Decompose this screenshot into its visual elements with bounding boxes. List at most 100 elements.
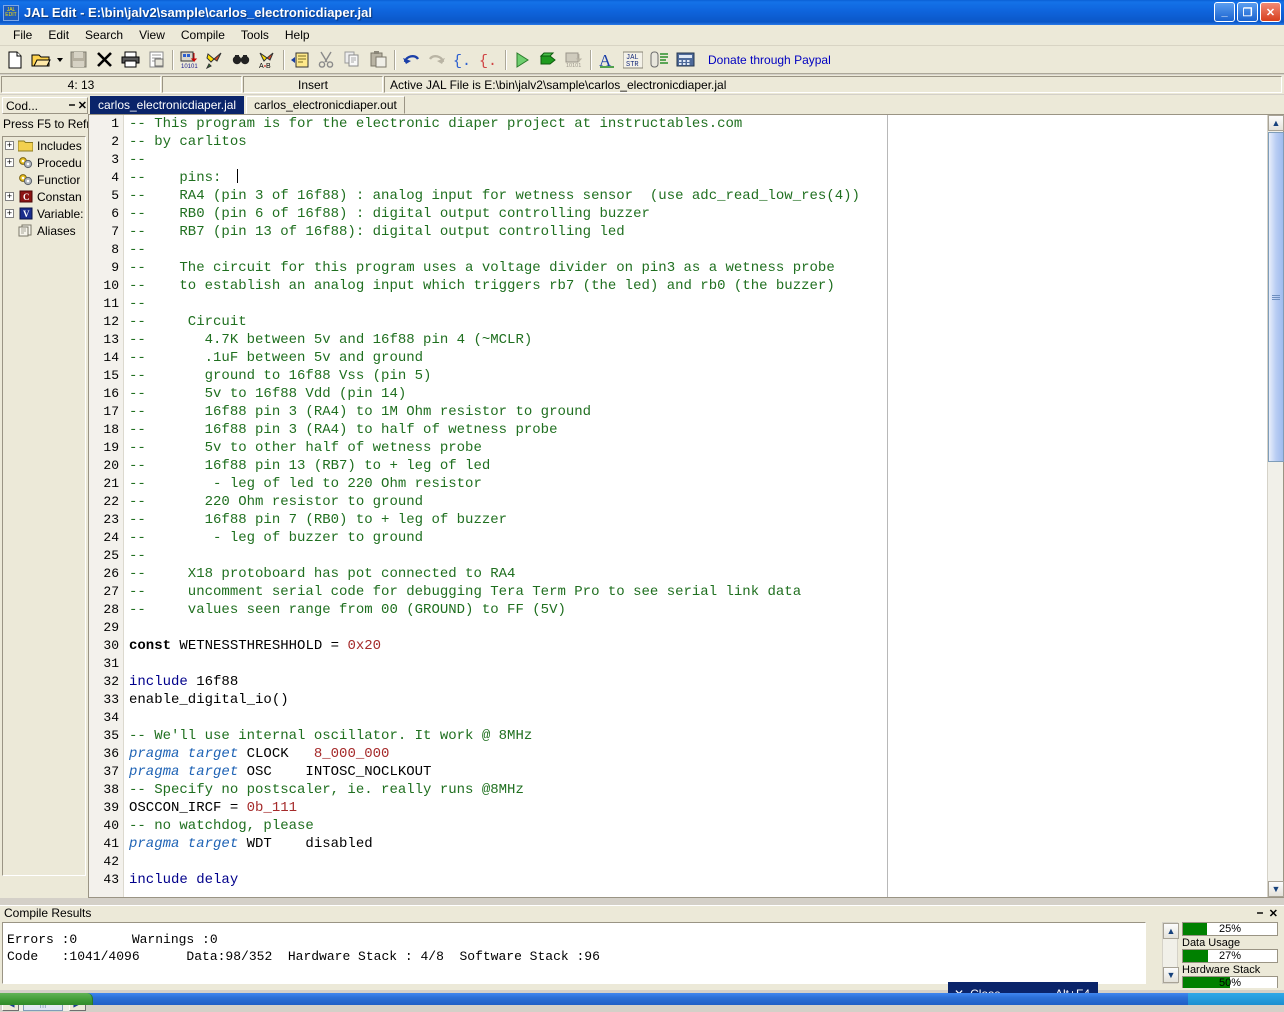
vscroll-thumb[interactable] xyxy=(1268,132,1284,462)
menu-file[interactable]: File xyxy=(5,26,40,44)
code-line[interactable] xyxy=(125,709,1266,727)
compile-results-scrollbar[interactable]: ▲ ▼ xyxy=(1162,922,1179,984)
expander-icon[interactable]: + xyxy=(5,158,14,167)
code-line[interactable]: OSCCON_IRCF = 0b_111 xyxy=(125,799,1266,817)
code-line[interactable]: -- by carlitos xyxy=(125,133,1266,151)
code-line[interactable]: -- xyxy=(125,151,1266,169)
run-icon[interactable] xyxy=(510,48,534,71)
code-line[interactable] xyxy=(125,655,1266,673)
code-line[interactable]: -- uncomment serial code for debugging T… xyxy=(125,583,1266,601)
code-line[interactable]: -- ground to 16f88 Vss (pin 5) xyxy=(125,367,1266,385)
uncomment-block-icon[interactable]: {..} xyxy=(477,48,501,71)
code-line[interactable]: -- no watchdog, please xyxy=(125,817,1266,835)
expander-icon[interactable]: + xyxy=(5,209,14,218)
code-line[interactable]: -- pins: xyxy=(125,169,1266,187)
replace-icon[interactable]: AB xyxy=(255,48,279,71)
code-line[interactable] xyxy=(125,619,1266,637)
tree-node-constants[interactable]: + C Constan xyxy=(3,188,85,205)
close-file-icon[interactable] xyxy=(92,48,116,71)
code-line[interactable]: -- - leg of led to 220 Ohm resistor xyxy=(125,475,1266,493)
tree-node-variables[interactable]: + V Variable: xyxy=(3,205,85,222)
print-icon[interactable] xyxy=(118,48,142,71)
terminal-icon[interactable] xyxy=(647,48,671,71)
start-button[interactable] xyxy=(0,993,93,1005)
code-line[interactable]: pragma target CLOCK 8_000_000 xyxy=(125,745,1266,763)
scroll-up-icon[interactable]: ▲ xyxy=(1163,923,1179,939)
code-line[interactable]: -- xyxy=(125,241,1266,259)
close-icon[interactable]: ✕ xyxy=(1269,907,1278,920)
scroll-down-icon[interactable]: ▼ xyxy=(1268,881,1284,897)
tree-node-procedures[interactable]: + Procedu xyxy=(3,154,85,171)
compile-results-output[interactable]: Errors :0 Warnings :0 Code :1041/4096 Da… xyxy=(2,922,1146,984)
menu-compile[interactable]: Compile xyxy=(173,26,233,44)
new-file-icon[interactable] xyxy=(3,48,27,71)
tree-node-includes[interactable]: + Includes xyxy=(3,137,85,154)
code-line[interactable]: -- This program is for the electronic di… xyxy=(125,115,1266,133)
redo-icon[interactable] xyxy=(425,48,449,71)
code-explorer-dock-tab[interactable]: Cod... ⎯ ✕ xyxy=(2,97,88,114)
code-line[interactable]: pragma target OSC INTOSC_NOCLKOUT xyxy=(125,763,1266,781)
scroll-up-icon[interactable]: ▲ xyxy=(1268,115,1284,131)
code-line[interactable]: -- We'll use internal oscillator. It wor… xyxy=(125,727,1266,745)
code-line[interactable]: -- RB0 (pin 6 of 16f88) : digital output… xyxy=(125,205,1266,223)
code-line[interactable]: -- 16f88 pin 3 (RA4) to half of wetness … xyxy=(125,421,1266,439)
save-icon[interactable] xyxy=(66,48,90,71)
code-line[interactable]: enable_digital_io() xyxy=(125,691,1266,709)
pin-icon[interactable]: ⎯ xyxy=(69,99,75,112)
ascii-table-icon[interactable]: A xyxy=(595,48,619,71)
jalstr-icon[interactable]: JAL STR xyxy=(621,48,645,71)
code-line[interactable]: -- - leg of buzzer to ground xyxy=(125,529,1266,547)
menu-tools[interactable]: Tools xyxy=(233,26,277,44)
menu-view[interactable]: View xyxy=(131,26,173,44)
donate-paypal-link[interactable]: Donate through Paypal xyxy=(708,53,831,67)
code-line[interactable]: -- to establish an analog input which tr… xyxy=(125,277,1266,295)
pin-icon[interactable]: ⎯ xyxy=(1257,907,1263,920)
menu-search[interactable]: Search xyxy=(77,26,131,44)
code-line[interactable]: -- 16f88 pin 13 (RB7) to + leg of led xyxy=(125,457,1266,475)
code-line[interactable]: -- 16f88 pin 7 (RB0) to + leg of buzzer xyxy=(125,511,1266,529)
code-line[interactable]: -- Circuit xyxy=(125,313,1266,331)
code-line[interactable]: -- xyxy=(125,547,1266,565)
copy-icon[interactable] xyxy=(340,48,364,71)
burn-icon[interactable]: 10101 xyxy=(562,48,586,71)
code-line[interactable]: -- 16f88 pin 3 (RA4) to 1M Ohm resistor … xyxy=(125,403,1266,421)
code-line[interactable]: -- RA4 (pin 3 of 16f88) : analog input f… xyxy=(125,187,1266,205)
code-line[interactable]: include 16f88 xyxy=(125,673,1266,691)
code-tree[interactable]: + Includes + Procedu Functior + C Consta… xyxy=(2,136,86,876)
code-line[interactable]: -- 5v to other half of wetness probe xyxy=(125,439,1266,457)
code-line[interactable]: -- values seen range from 00 (GROUND) to… xyxy=(125,601,1266,619)
find-icon[interactable] xyxy=(229,48,253,71)
code-line[interactable]: -- The circuit for this program uses a v… xyxy=(125,259,1266,277)
code-line[interactable]: const WETNESSTHRESHHOLD = 0x20 xyxy=(125,637,1266,655)
code-line[interactable]: -- 220 Ohm resistor to ground xyxy=(125,493,1266,511)
open-dropdown-arrow-icon[interactable] xyxy=(54,49,65,71)
menu-help[interactable]: Help xyxy=(277,26,318,44)
code-text-area[interactable]: -- This program is for the electronic di… xyxy=(125,115,1266,897)
goto-line-icon[interactable] xyxy=(288,48,312,71)
code-line[interactable]: -- xyxy=(125,295,1266,313)
paste-icon[interactable] xyxy=(366,48,390,71)
open-file-icon[interactable] xyxy=(29,48,53,71)
comment-block-icon[interactable]: {..} xyxy=(451,48,475,71)
scroll-down-icon[interactable]: ▼ xyxy=(1163,967,1179,983)
minimize-button[interactable]: _ xyxy=(1214,2,1235,22)
code-line[interactable]: -- X18 protoboard has pot connected to R… xyxy=(125,565,1266,583)
tab-carlos-electronicdiaper-out[interactable]: carlos_electronicdiaper.out xyxy=(246,96,405,114)
expander-icon[interactable]: + xyxy=(5,141,14,150)
close-icon[interactable]: ✕ xyxy=(78,99,87,112)
code-line[interactable]: -- Specify no postscaler, ie. really run… xyxy=(125,781,1266,799)
code-line[interactable]: -- RB7 (pin 13 of 16f88): digital output… xyxy=(125,223,1266,241)
program-icon[interactable] xyxy=(536,48,560,71)
tree-node-aliases[interactable]: Aliases xyxy=(3,222,85,239)
code-line[interactable]: -- 4.7K between 5v and 16f88 pin 4 (~MCL… xyxy=(125,331,1266,349)
calculator-icon[interactable] xyxy=(673,48,697,71)
undo-icon[interactable] xyxy=(399,48,423,71)
compile-icon[interactable]: 10101 xyxy=(177,48,201,71)
code-line[interactable]: pragma target WDT disabled xyxy=(125,835,1266,853)
tab-carlos-electronicdiaper-jal[interactable]: carlos_electronicdiaper.jal xyxy=(90,96,245,114)
print-preview-icon[interactable] xyxy=(144,48,168,71)
highlight-icon[interactable] xyxy=(203,48,227,71)
code-line[interactable]: -- 5v to 16f88 Vdd (pin 14) xyxy=(125,385,1266,403)
tree-node-functions[interactable]: Functior xyxy=(3,171,85,188)
expander-icon[interactable]: + xyxy=(5,192,14,201)
